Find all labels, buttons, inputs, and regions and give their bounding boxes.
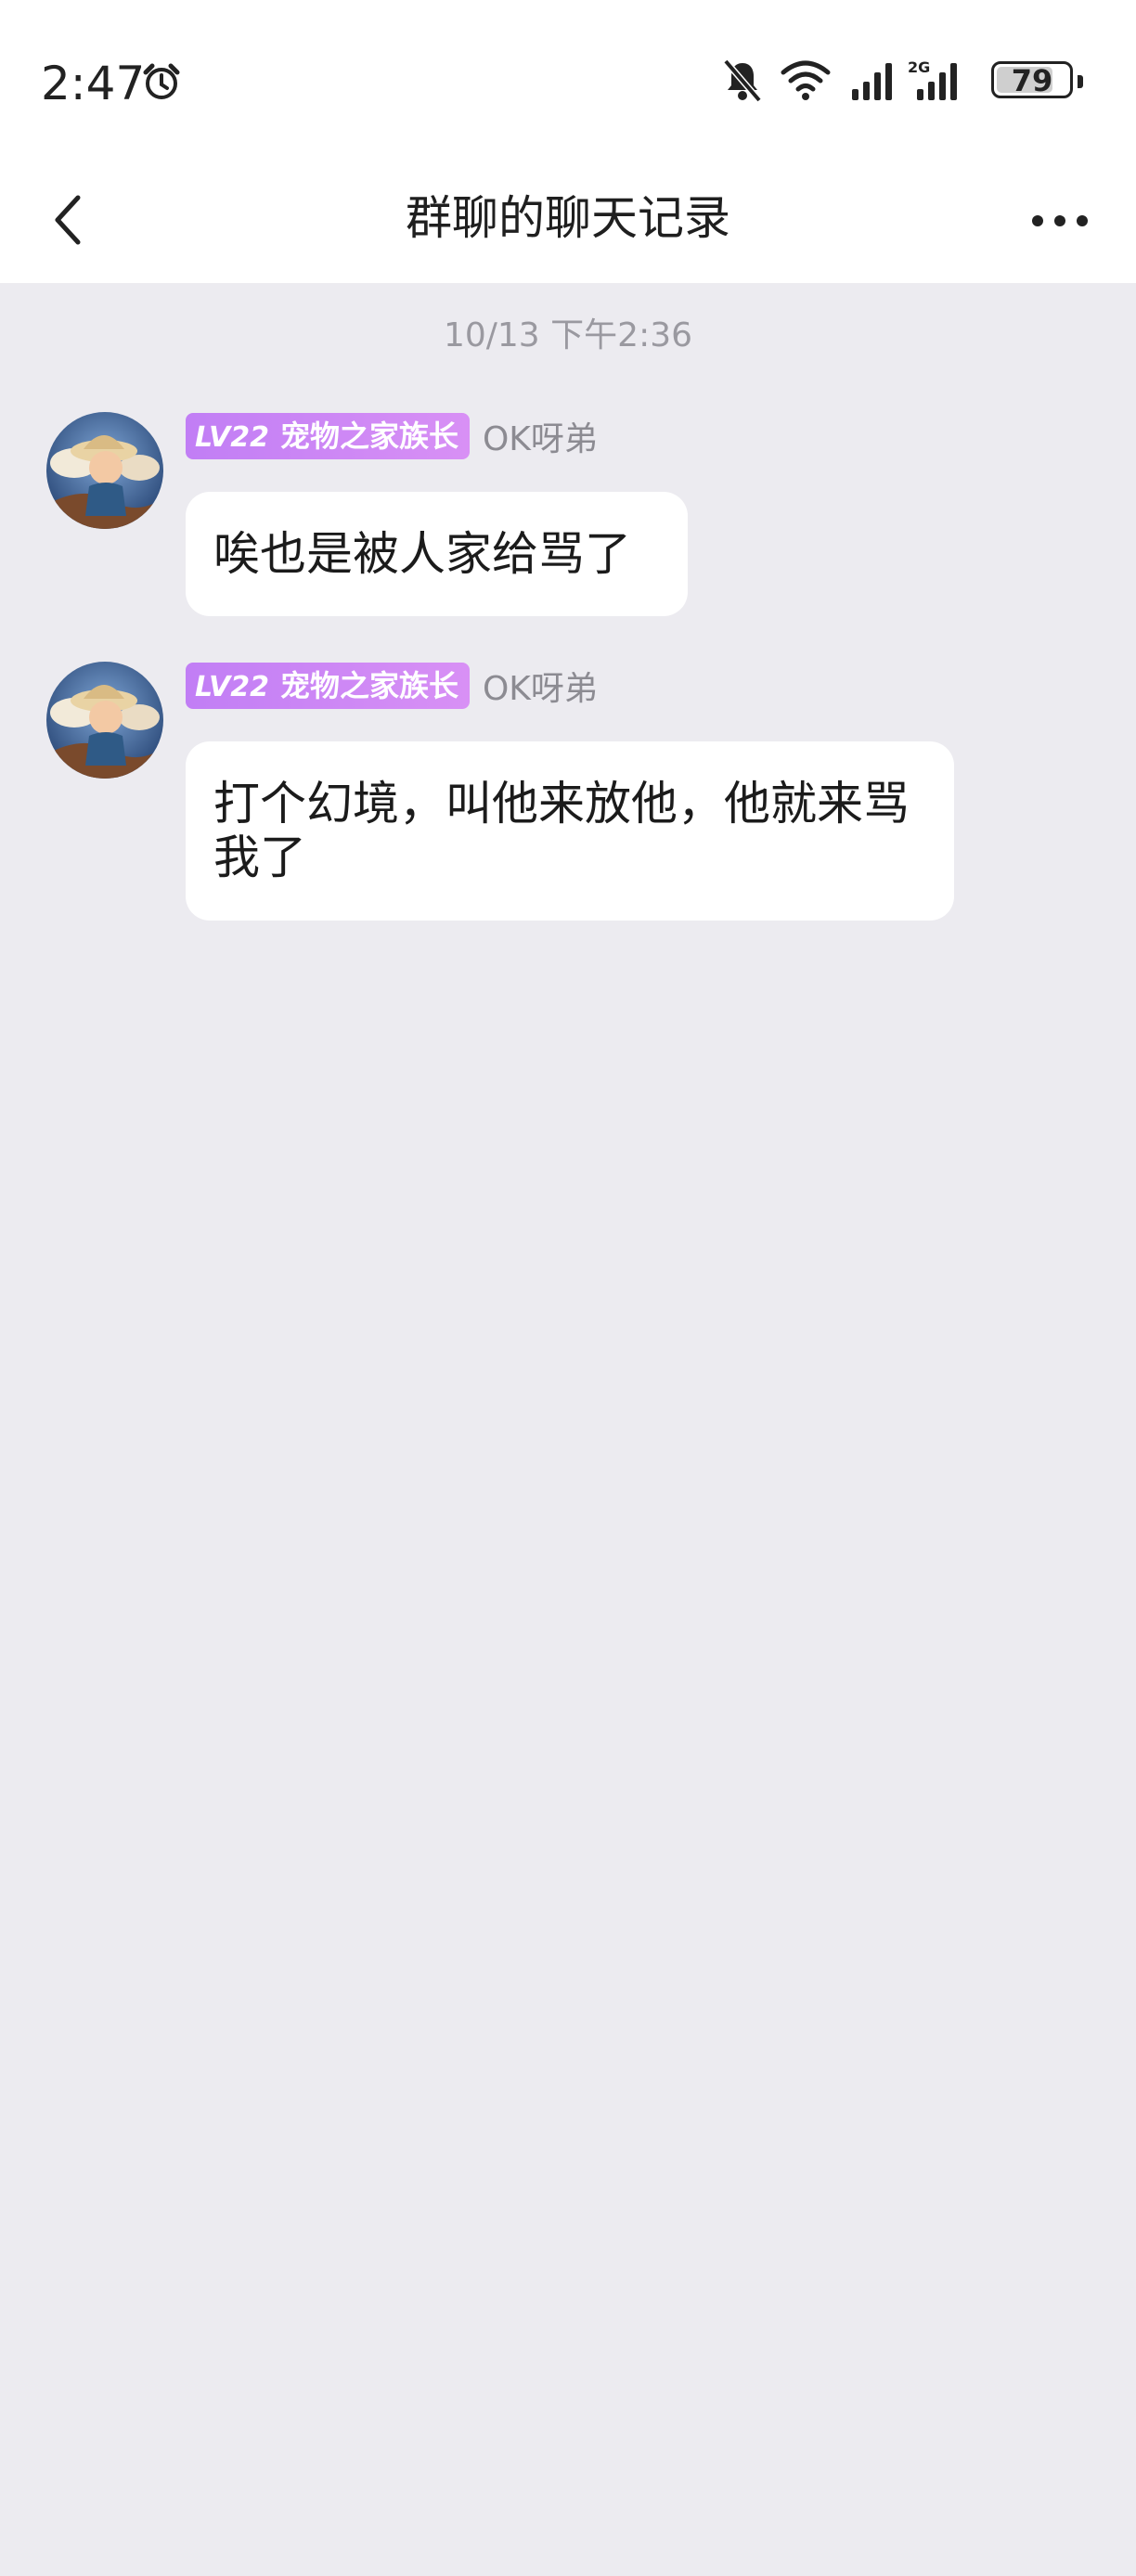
level-badge: LV22 宠物之家族长 xyxy=(186,663,470,709)
sender-name[interactable]: OK呀弟 xyxy=(483,412,598,460)
status-time: 2:47 xyxy=(41,57,146,110)
chat-history[interactable]: 10/13 下午2:36 LV22 宠物之家族长 OK呀弟 唉也是被人家给骂了 … xyxy=(0,283,1136,2576)
message-bubble[interactable]: 打个幻境，叫他来放他，他就来骂我了 xyxy=(186,741,954,921)
badge-title: 宠物之家族长 xyxy=(279,668,458,703)
level-text: LV22 xyxy=(195,671,269,703)
battery-icon: 79 xyxy=(991,61,1084,102)
battery-level: 79 xyxy=(1011,63,1053,98)
nav-bar: 群聊的聊天记录 xyxy=(0,162,1136,283)
alarm-icon xyxy=(141,61,182,106)
network-type-label: 2G xyxy=(908,58,930,76)
message-meta: LV22 宠物之家族长 OK呀弟 xyxy=(186,412,598,460)
status-icons: 2G 79 xyxy=(722,58,1093,109)
wifi-icon xyxy=(780,58,832,106)
message-bubble[interactable]: 唉也是被人家给骂了 xyxy=(186,492,688,616)
signal-2g-icon: 2G xyxy=(908,58,965,108)
avatar[interactable] xyxy=(46,412,163,529)
level-text: LV22 xyxy=(195,421,269,454)
page-title: 群聊的聊天记录 xyxy=(406,191,730,245)
more-button[interactable] xyxy=(1023,188,1097,253)
status-bar: 2:47 2G 79 xyxy=(0,0,1136,162)
signal-icon xyxy=(850,58,897,106)
message-meta: LV22 宠物之家族长 OK呀弟 xyxy=(186,662,598,710)
more-dots-icon xyxy=(1032,215,1088,226)
badge-title: 宠物之家族长 xyxy=(279,419,458,454)
level-badge: LV22 宠物之家族长 xyxy=(186,413,470,459)
message-timestamp: 10/13 下午2:36 xyxy=(443,316,693,354)
avatar[interactable] xyxy=(46,662,163,779)
bell-off-icon xyxy=(722,58,763,108)
sender-name[interactable]: OK呀弟 xyxy=(483,662,598,710)
